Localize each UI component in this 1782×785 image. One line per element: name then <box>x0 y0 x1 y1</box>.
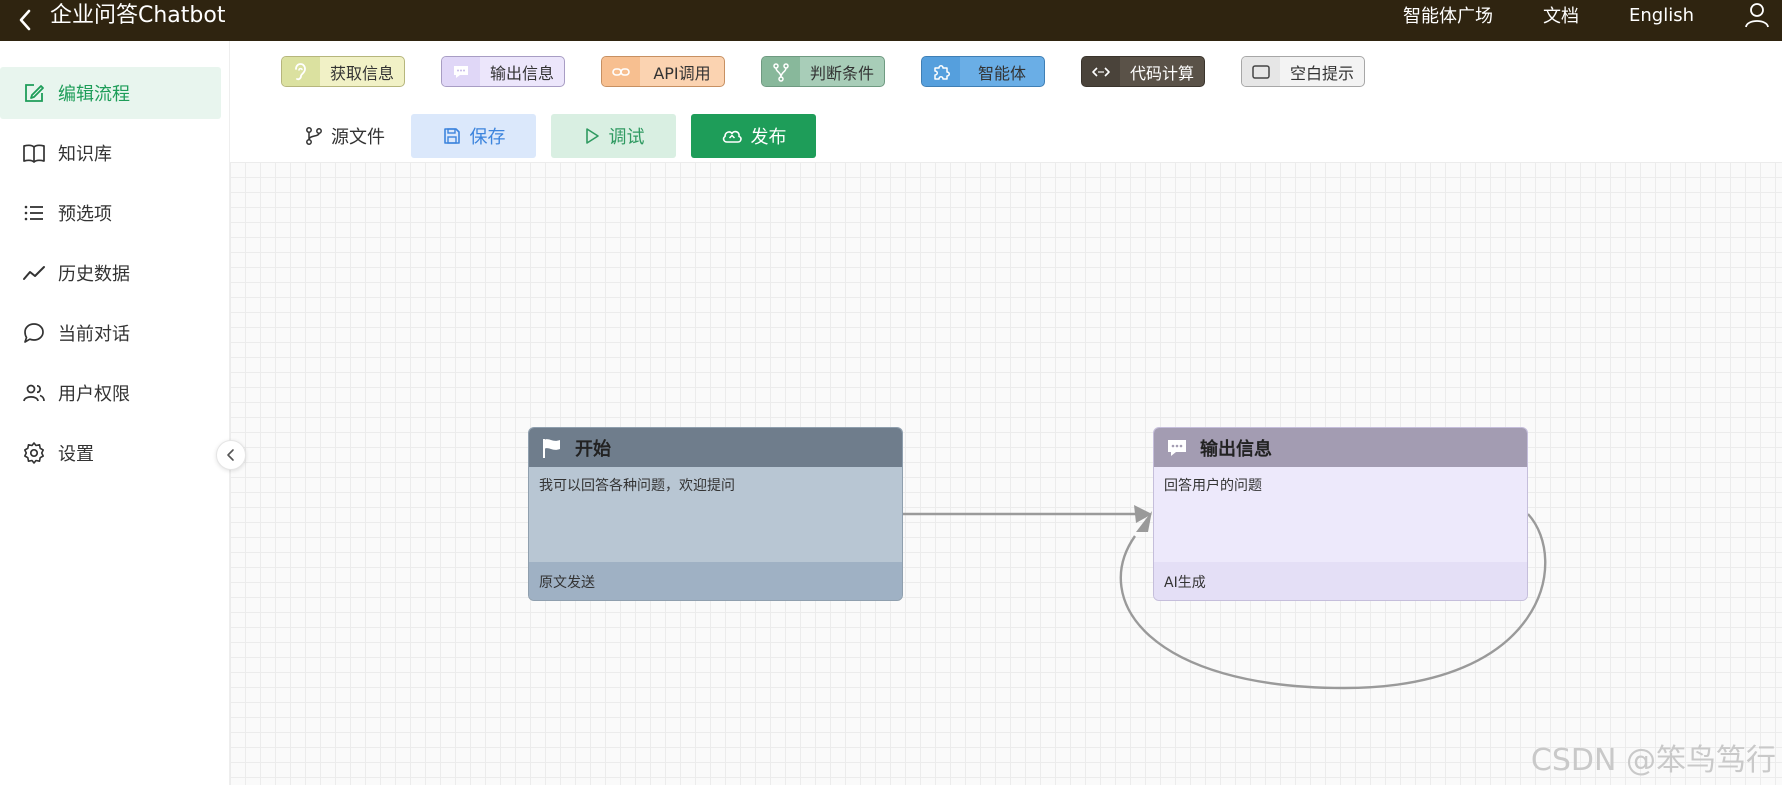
save-icon <box>443 128 460 144</box>
sidebar: 编辑流程 知识库 预选项 历史数据 当前对话 用户权限 设置 <box>0 41 230 785</box>
link-icon <box>612 67 630 76</box>
sidebar-item-label: 预选项 <box>58 204 112 225</box>
blank-icon <box>1252 64 1270 79</box>
nav-docs[interactable]: 文档 <box>1543 2 1579 28</box>
sidebar-item-edit-flow[interactable]: 编辑流程 <box>0 67 221 119</box>
nav-language[interactable]: English <box>1629 5 1694 26</box>
sidebar-item-label: 设置 <box>58 444 94 465</box>
branch-icon <box>773 62 789 82</box>
publish-button[interactable]: 发布 <box>691 114 816 158</box>
node-title: 输出信息 <box>1200 438 1272 460</box>
edit-icon <box>25 84 44 102</box>
palette-condition[interactable]: 判断条件 <box>761 56 885 87</box>
puzzle-icon <box>934 64 950 80</box>
sidebar-item-presets[interactable]: 预选项 <box>0 187 221 239</box>
app-title: 企业问答Chatbot <box>50 3 226 28</box>
source-file-label: 源文件 <box>331 127 385 148</box>
palette-label: 获取信息 <box>329 63 394 83</box>
nav-agent-square[interactable]: 智能体广场 <box>1403 2 1493 28</box>
sidebar-item-label: 历史数据 <box>58 264 130 285</box>
node-header[interactable]: 开始 <box>529 428 902 467</box>
node-footer: AI生成 <box>1154 562 1527 600</box>
sidebar-collapse-button[interactable] <box>216 440 246 470</box>
palette-agent[interactable]: 智能体 <box>921 56 1045 87</box>
debug-button[interactable]: 调试 <box>551 114 676 158</box>
sidebar-item-label: 编辑流程 <box>58 84 130 105</box>
sidebar-item-settings[interactable]: 设置 <box>0 427 221 479</box>
palette-label: 智能体 <box>977 63 1026 83</box>
node-start[interactable]: 开始 我可以回答各种问题，欢迎提问 原文发送 <box>528 427 903 601</box>
top-nav: 智能体广场 文档 English <box>1403 0 1782 30</box>
git-branch-icon <box>306 127 322 145</box>
node-title: 开始 <box>575 438 611 460</box>
back-arrow-icon[interactable] <box>12 6 40 34</box>
code-icon <box>1092 66 1110 77</box>
palette-label: API调用 <box>653 63 711 83</box>
node-output[interactable]: 输出信息 回答用户的问题 AI生成 <box>1153 427 1528 601</box>
node-body-text: 我可以回答各种问题，欢迎提问 <box>539 478 735 494</box>
sidebar-item-user-permissions[interactable]: 用户权限 <box>0 367 221 419</box>
palette-blank-tip[interactable]: 空白提示 <box>1241 56 1365 87</box>
save-label: 保存 <box>469 127 506 148</box>
sidebar-item-current-chat[interactable]: 当前对话 <box>0 307 221 359</box>
chevron-left-icon <box>227 449 234 461</box>
sidebar-item-label: 用户权限 <box>58 384 130 405</box>
publish-label: 发布 <box>750 127 787 148</box>
node-footer: 原文发送 <box>529 562 902 600</box>
palette-label: 判断条件 <box>809 63 874 83</box>
ear-icon <box>295 62 306 80</box>
message-icon <box>454 65 468 78</box>
cloud-upload-icon <box>722 130 742 143</box>
trend-icon <box>23 266 45 280</box>
top-bar: 企业问答Chatbot 智能体广场 文档 English <box>0 0 1782 41</box>
user-icon[interactable] <box>1744 2 1770 28</box>
debug-label: 调试 <box>608 127 645 148</box>
play-icon <box>585 128 599 144</box>
palette-output-info[interactable]: 输出信息 <box>441 56 565 87</box>
flag-icon <box>543 438 560 458</box>
node-header[interactable]: 输出信息 <box>1154 428 1527 467</box>
palette-label: 输出信息 <box>489 63 554 83</box>
palette-api-call[interactable]: API调用 <box>601 56 725 87</box>
sidebar-item-label: 知识库 <box>58 144 112 165</box>
users-icon <box>23 384 45 402</box>
palette-get-info[interactable]: 获取信息 <box>281 56 405 87</box>
message-icon <box>1168 439 1186 456</box>
watermark: CSDN @笨鸟笃行 <box>1530 743 1776 778</box>
flow-canvas[interactable] <box>230 162 1782 785</box>
palette-label: 代码计算 <box>1129 63 1194 83</box>
sidebar-item-label: 当前对话 <box>58 324 130 345</box>
list-icon <box>24 205 43 221</box>
source-file-button[interactable]: 源文件 <box>290 114 400 158</box>
gear-icon <box>24 442 44 464</box>
palette-code[interactable]: 代码计算 <box>1081 56 1205 87</box>
chat-icon <box>24 323 44 343</box>
sidebar-item-knowledge-base[interactable]: 知识库 <box>0 127 221 179</box>
save-button[interactable]: 保存 <box>411 114 536 158</box>
book-icon <box>23 144 45 163</box>
palette-label: 空白提示 <box>1289 63 1354 83</box>
node-body-text: 回答用户的问题 <box>1164 478 1262 494</box>
sidebar-item-history[interactable]: 历史数据 <box>0 247 221 299</box>
